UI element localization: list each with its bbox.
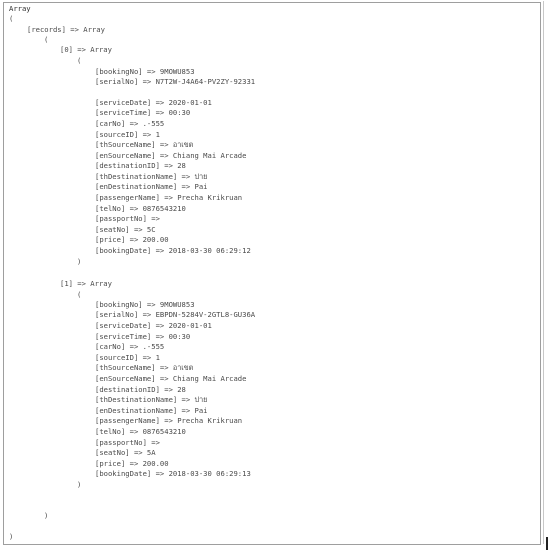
record-0-field: [carNo] => .-555 xyxy=(95,119,165,128)
record-0-field: [passengerName] => Precha Krikruan xyxy=(95,193,243,202)
record-0-close-paren: ) xyxy=(77,257,82,266)
record-1-field: [serviceTime] => 00:30 xyxy=(95,332,191,341)
record-0-open-paren: ( xyxy=(77,56,82,65)
record-1-field: [enDestinationName] => Pai xyxy=(95,406,208,415)
record-0-field: [enDestinationName] => Pai xyxy=(95,182,208,191)
record-0-field: [passportNo] => xyxy=(95,214,160,223)
print-r-output-pane xyxy=(3,2,541,545)
records-key-line: [records] => Array xyxy=(27,25,105,34)
record-1-field: [thSourceName] => อาเขต xyxy=(95,363,194,372)
record-0-field: [sourceID] => 1 xyxy=(95,130,160,139)
record-1-field: [thDestinationName] => ปาย xyxy=(95,395,208,404)
record-1-field: [bookingNo] => 9MOWU853 xyxy=(95,300,195,309)
record-0-field: [telNo] => 0876543210 xyxy=(95,204,186,213)
pane-edge xyxy=(543,1,544,544)
record-1-field: [enSourceName] => Chiang Mai Arcade xyxy=(95,374,247,383)
record-1-open-paren: ( xyxy=(77,290,82,299)
record-1-field: [passportNo] => xyxy=(95,438,160,447)
record-0-field: [bookingDate] => 2018-03-30 06:29:12 xyxy=(95,246,251,255)
record-0-field: [bookingNo] => 9MOWU853 xyxy=(95,67,195,76)
record-0-index-line: [0] => Array xyxy=(60,45,112,54)
scrollbar-thumb[interactable] xyxy=(546,537,548,550)
record-0-field: [destinationID] => 28 xyxy=(95,161,186,170)
record-0-field: [price] => 200.00 xyxy=(95,235,169,244)
record-1-field: [price] => 200.00 xyxy=(95,459,169,468)
records-open-paren: ( xyxy=(44,35,49,44)
record-0-field: [enSourceName] => Chiang Mai Arcade xyxy=(95,151,247,160)
record-0-field: [seatNo] => 5C xyxy=(95,225,156,234)
records-close-paren: ) xyxy=(44,511,49,520)
record-1-field: [telNo] => 0876543210 xyxy=(95,427,186,436)
record-1-field: [serviceDate] => 2020-01-01 xyxy=(95,321,212,330)
record-1-close-paren: ) xyxy=(77,480,82,489)
record-1-field: [destinationID] => 28 xyxy=(95,385,186,394)
record-1-field: [carNo] => .-555 xyxy=(95,342,165,351)
record-1-field: [seatNo] => 5A xyxy=(95,448,156,457)
root-type-label: Array xyxy=(9,4,31,13)
root-close-paren: ) xyxy=(9,532,14,541)
record-1-index-line: [1] => Array xyxy=(60,279,112,288)
record-0-field: [thSourceName] => อาเขต xyxy=(95,140,194,149)
record-0-field: [serialNo] => N7T2W-J4A64-PV2ZY-92331 xyxy=(95,77,256,86)
record-0-field: [thDestinationName] => ปาย xyxy=(95,172,208,181)
record-0-field: [serviceTime] => 00:30 xyxy=(95,108,191,117)
record-1-field: [sourceID] => 1 xyxy=(95,353,160,362)
record-1-field: [passengerName] => Precha Krikruan xyxy=(95,416,243,425)
record-1-field: [serialNo] => EBPDN-5284V-2GTL8-GU36A xyxy=(95,310,256,319)
root-open-paren: ( xyxy=(9,14,14,23)
record-1-field: [bookingDate] => 2018-03-30 06:29:13 xyxy=(95,469,251,478)
record-0-field: [serviceDate] => 2020-01-01 xyxy=(95,98,212,107)
